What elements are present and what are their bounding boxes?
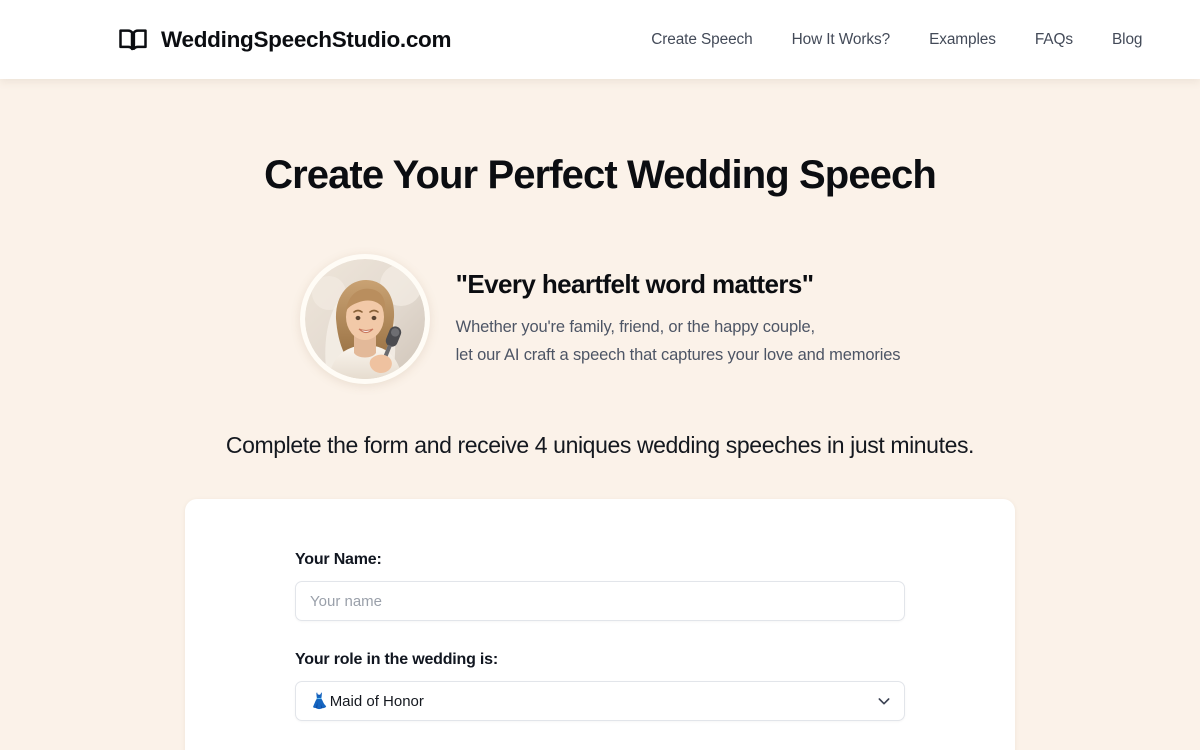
brand-name: WeddingSpeechStudio.com [161,26,452,52]
site-header: WeddingSpeechStudio.com Create Speech Ho… [0,0,1200,79]
dress-icon: 👗 [310,693,329,710]
page-content: Create Your Perfect Wedding Speech "Ever… [0,79,1200,750]
testimonial-block: "Every heartfelt word matters" Whether y… [0,254,1200,384]
field-your-role: Your role in the wedding is: 👗 Maid of H… [295,651,905,721]
subheadline: Complete the form and receive 4 uniques … [225,432,975,458]
your-role-select[interactable]: 👗 Maid of Honor [295,681,905,721]
tagline-line-1: Whether you're family, friend, or the ha… [455,318,815,337]
testimonial-tagline: Whether you're family, friend, or the ha… [456,313,901,370]
nav-item-examples[interactable]: Examples [929,31,996,49]
your-role-select-wrap: 👗 Maid of Honor [295,681,905,721]
your-name-input[interactable] [295,581,905,621]
testimonial-quote: "Every heartfelt word matters" [455,269,814,300]
brand-logo-link[interactable]: WeddingSpeechStudio.com [118,25,452,55]
nav-item-faqs[interactable]: FAQs [1035,31,1073,49]
your-name-label: Your Name: [295,551,382,568]
testimonial-text: "Every heartfelt word matters" Whether y… [456,268,901,370]
speech-form-card: Your Name: Your role in the wedding is: … [185,499,1015,750]
your-role-label: Your role in the wedding is: [295,651,499,668]
nav-item-blog[interactable]: Blog [1112,31,1143,49]
open-book-icon [118,25,148,55]
bride-photo [304,259,425,379]
avatar [299,254,430,384]
page-title: Create Your Perfect Wedding Speech [264,153,937,197]
nav-item-how-it-works[interactable]: How It Works? [792,31,891,49]
your-role-selected-label: Maid of Honor [329,692,424,710]
tagline-line-2: let our AI craft a speech that captures … [455,346,901,365]
field-your-name: Your Name: [295,551,905,621]
nav-item-create-speech[interactable]: Create Speech [651,31,752,49]
main-navigation: Create Speech How It Works? Examples FAQ… [651,31,1142,49]
